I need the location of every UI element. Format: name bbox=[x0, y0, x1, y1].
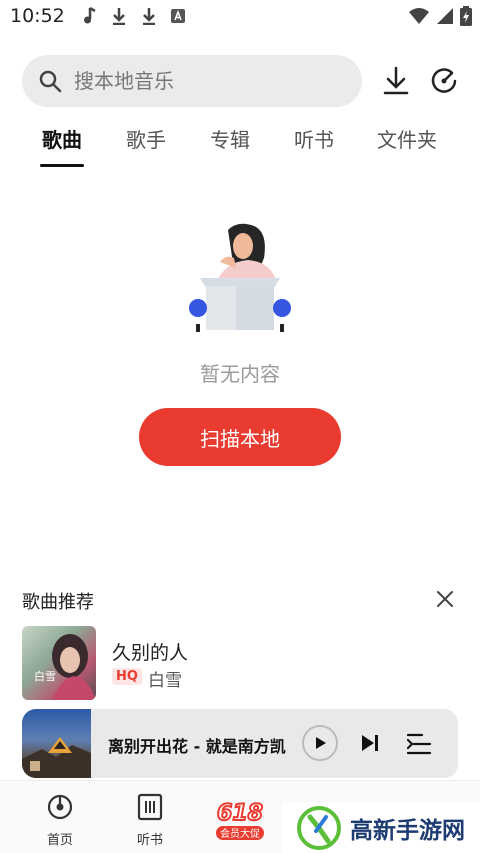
empty-illustration bbox=[188, 220, 292, 335]
play-icon bbox=[316, 737, 326, 749]
search-box[interactable] bbox=[22, 55, 362, 107]
watermark: 高新手游网 bbox=[282, 802, 480, 853]
search-icon bbox=[39, 70, 62, 93]
app-a-icon bbox=[170, 9, 185, 23]
playlist-button[interactable] bbox=[406, 731, 432, 757]
close-recommend-button[interactable] bbox=[432, 586, 458, 612]
song-title: 久别的人 bbox=[112, 642, 189, 664]
playlist-icon bbox=[406, 733, 432, 755]
quality-badge: HQ bbox=[112, 668, 142, 685]
nav-audiobook-label: 听书 bbox=[136, 833, 163, 848]
tab-folders[interactable]: 文件夹 bbox=[374, 122, 440, 168]
watermark-text: 高新手游网 bbox=[350, 817, 465, 844]
tab-audiobooks[interactable]: 听书 bbox=[292, 122, 336, 168]
promo-text: 会员大促 bbox=[220, 827, 260, 840]
tab-singers[interactable]: 歌手 bbox=[124, 122, 168, 168]
battery-icon bbox=[460, 6, 472, 26]
status-time: 10:52 bbox=[10, 5, 65, 27]
recommend-title: 歌曲推荐 bbox=[22, 592, 94, 613]
search-input[interactable] bbox=[74, 69, 334, 93]
watermark-logo-icon bbox=[297, 805, 341, 850]
home-disc-icon bbox=[47, 794, 73, 820]
skip-next-icon bbox=[362, 735, 378, 751]
download-button[interactable] bbox=[380, 65, 412, 97]
download-status-icon bbox=[112, 8, 125, 25]
close-icon bbox=[437, 591, 453, 607]
now-playing-title: 离别开出花 - 就是南方凯 bbox=[108, 737, 286, 756]
gauge-icon bbox=[431, 68, 457, 93]
nav-audiobook[interactable]: 听书 bbox=[120, 793, 180, 848]
download-icon bbox=[383, 66, 409, 95]
status-notification-icons bbox=[83, 7, 185, 25]
scan-local-button[interactable]: 扫描本地 bbox=[139, 408, 341, 466]
scan-speed-button[interactable] bbox=[428, 65, 460, 97]
download-status-icon bbox=[142, 8, 155, 25]
promo-618-badge[interactable]: 618 会员大促 bbox=[212, 796, 268, 842]
play-button[interactable] bbox=[302, 725, 338, 761]
status-system-icons bbox=[408, 6, 472, 26]
song-artist: 白雪 bbox=[148, 671, 182, 691]
search-row bbox=[22, 55, 462, 107]
next-track-button[interactable] bbox=[358, 731, 382, 755]
now-playing-cover bbox=[22, 709, 91, 778]
wifi-icon bbox=[409, 8, 429, 24]
mini-player[interactable]: 离别开出花 - 就是南方凯 bbox=[22, 709, 458, 778]
music-note-icon bbox=[83, 7, 96, 24]
nav-home-label: 首页 bbox=[46, 833, 73, 848]
recommend-song-item[interactable]: 白雪 久别的人 HQ 白雪 bbox=[22, 626, 462, 700]
album-cover: 白雪 bbox=[22, 626, 96, 700]
active-tab-indicator bbox=[40, 164, 84, 167]
promo-number: 618 bbox=[217, 801, 263, 826]
book-icon bbox=[137, 793, 163, 821]
tab-albums[interactable]: 专辑 bbox=[208, 122, 252, 168]
tab-songs[interactable]: 歌曲 bbox=[40, 122, 84, 168]
signal-icon bbox=[437, 8, 453, 24]
nav-home[interactable]: 首页 bbox=[30, 793, 90, 848]
status-bar: 10:52 bbox=[0, 0, 480, 32]
album-cover-text: 白雪 bbox=[34, 670, 56, 683]
empty-message: 暂无内容 bbox=[200, 362, 280, 386]
